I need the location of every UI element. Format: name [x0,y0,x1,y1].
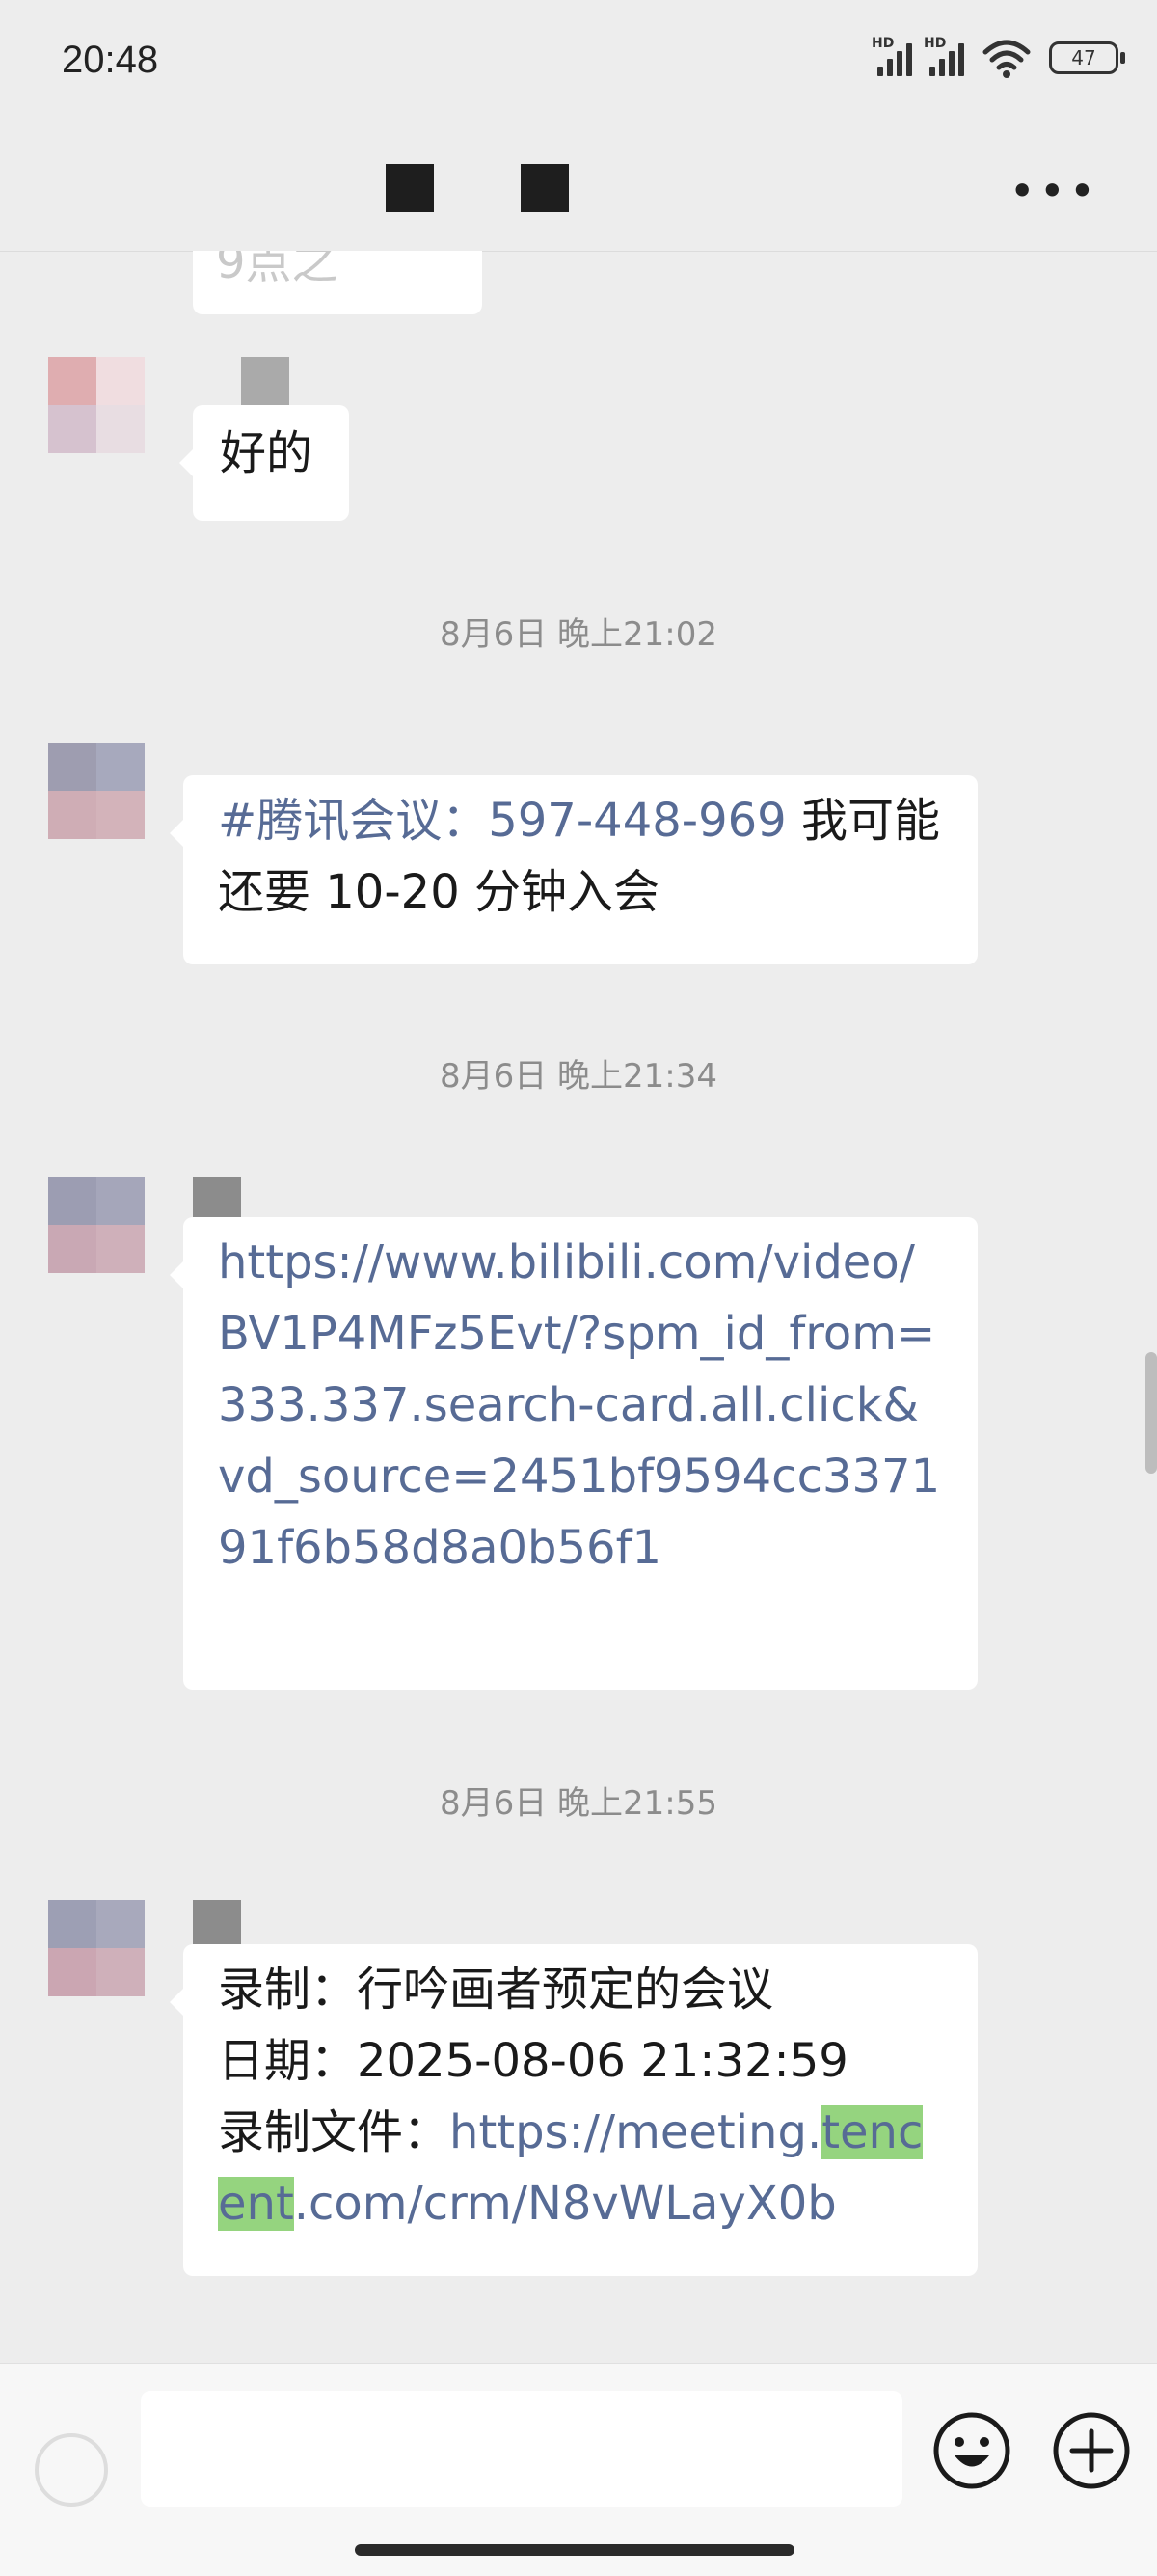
message-bubble[interactable]: https://www.bilibili.com/video/BV1P4MFz5… [170,1217,978,1690]
more-horizontal-icon[interactable]: ••• [1009,169,1099,213]
signal-hd-label: HD [872,36,895,51]
scrollbar-thumb[interactable] [1145,1352,1157,1474]
message-text: 好的 [220,426,313,480]
signal-icon: HD [872,36,912,76]
avatar[interactable] [48,1177,145,1273]
sender-name [193,1900,241,1948]
status-time: 20:48 [62,39,159,81]
avatar[interactable] [48,357,145,453]
voice-icon[interactable] [35,2433,108,2507]
recording-link[interactable]: .com/crm/N8vWLayX0b [294,2177,837,2231]
message-bubble[interactable]: #腾讯会议：597-448-969 我可能还要 10-20 分钟入会 [170,775,978,964]
recording-link[interactable]: https://meeting. [449,2105,821,2159]
signal-hd-label: HD [924,36,947,51]
avatar[interactable] [48,1900,145,1996]
message-list[interactable]: 9点之 好的 8月6日 晚上21:02 #腾讯会议：597-448-969 我可… [0,251,1157,2363]
chat-title [386,164,569,212]
meeting-link[interactable]: #腾讯会议：597-448-969 [218,794,787,848]
video-link[interactable]: https://www.bilibili.com/video/BV1P4MFz5… [218,1235,940,1575]
wifi-icon [982,40,1031,78]
message-bubble-partial[interactable]: 9点之 [193,251,482,314]
message-line: 录制：行吟画者预定的会议 [218,1963,774,2017]
title-redacted-block [386,164,434,212]
message-bubble[interactable]: 录制：行吟画者预定的会议 日期：2025-08-06 21:32:59 录制文件… [170,1944,978,2276]
message-line: 日期：2025-08-06 21:32:59 [218,2034,848,2088]
timestamp: 8月6日 晚上21:55 [439,1784,718,1823]
message-input[interactable] [141,2391,902,2507]
timestamp: 8月6日 晚上21:34 [439,1057,718,1096]
sender-name [241,357,289,405]
signal-icon: HD [924,36,964,76]
emoji-icon[interactable] [931,2410,1012,2491]
input-bar [0,2363,1157,2576]
message-line: 录制文件：https://meeting.tencent.com/crm/N8v… [218,2097,943,2239]
chat-header: ••• [0,131,1157,252]
status-bar: 20:48 HD HD 47 [0,0,1157,131]
avatar[interactable] [48,743,145,839]
battery-icon: 47 [1049,41,1125,74]
home-indicator[interactable] [355,2544,794,2556]
timestamp: 8月6日 晚上21:02 [439,615,718,654]
system-icons: HD HD 47 [872,36,1125,79]
message-bubble[interactable]: 好的 [179,405,349,521]
title-redacted-block [521,164,569,212]
message-text: 录制文件： [218,2105,450,2159]
battery-level: 47 [1071,46,1096,69]
plus-icon[interactable] [1051,2410,1132,2491]
